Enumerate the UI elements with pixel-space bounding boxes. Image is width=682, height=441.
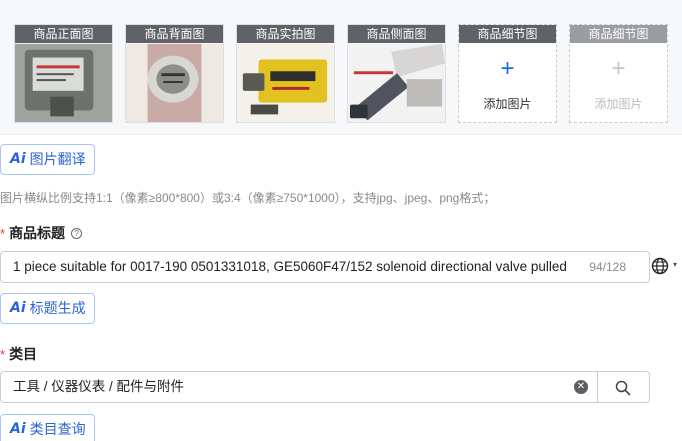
plus-icon: + [500, 55, 515, 82]
slot-caption: 商品细节图 [459, 25, 556, 43]
image-slot-add-disabled: 商品细节图 + 添加图片 [569, 24, 668, 123]
required-mark: * [0, 225, 6, 241]
product-photo-front [15, 43, 112, 122]
image-translate-button[interactable]: Ai 图片翻译 [0, 144, 95, 175]
title-generate-button[interactable]: Ai 标题生成 [0, 293, 95, 324]
image-slot-real[interactable]: 商品实拍图 [236, 24, 335, 123]
help-icon[interactable]: ? [71, 227, 83, 239]
slot-caption: 商品正面图 [15, 25, 112, 43]
image-slot-front[interactable]: 商品正面图 [14, 24, 113, 123]
ai-icon: Ai [10, 151, 26, 167]
search-icon [615, 380, 631, 396]
ai-icon: Ai [10, 300, 26, 316]
required-mark: * [0, 346, 6, 362]
category-query-label: 类目查询 [29, 421, 86, 437]
product-photo-side [348, 43, 445, 122]
product-photo-real [237, 43, 334, 122]
image-slot-side[interactable]: 商品侧面图 [347, 24, 446, 123]
category-input-value[interactable]: 工具 / 仪器仪表 / 配件与附件 [13, 372, 184, 402]
ai-icon: Ai [10, 421, 26, 437]
chevron-down-icon[interactable]: ▾ [673, 260, 677, 269]
title-generate-label: 标题生成 [29, 300, 86, 316]
category-search-button[interactable] [597, 371, 650, 403]
image-upload-panel: 商品正面图 商品背面图 商品实拍图 商品侧面图 商品细节图 + 添加图片 商品细… [0, 0, 682, 135]
category-field-label: * 类目 [0, 344, 37, 364]
slot-caption: 商品侧面图 [348, 25, 445, 43]
category-query-button[interactable]: Ai 类目查询 [0, 414, 95, 441]
image-slot-add[interactable]: 商品细节图 + 添加图片 [458, 24, 557, 123]
title-input[interactable]: 1 piece suitable for 0017-190 0501331018… [0, 251, 650, 283]
image-format-hint: 图片横纵比例支持1:1（像素≥800*800）或3:4（像素≥750*1000）… [0, 191, 496, 205]
slot-caption: 商品实拍图 [237, 25, 334, 43]
add-image-label: 添加图片 [483, 97, 532, 111]
title-label: 商品标题 [9, 225, 66, 241]
image-slot-back[interactable]: 商品背面图 [125, 24, 224, 123]
plus-icon: + [611, 55, 626, 82]
slot-caption: 商品背面图 [126, 25, 223, 43]
title-input-value[interactable]: 1 piece suitable for 0017-190 0501331018… [13, 252, 581, 282]
product-photo-back [126, 43, 223, 122]
category-input[interactable]: 工具 / 仪器仪表 / 配件与附件 ✕ [0, 371, 598, 403]
category-label: 类目 [9, 346, 38, 362]
title-char-counter: 94/128 [589, 260, 626, 274]
globe-icon[interactable] [651, 257, 669, 275]
clear-icon[interactable]: ✕ [574, 380, 588, 394]
slot-caption: 商品细节图 [570, 25, 667, 43]
title-field-label: * 商品标题 ? [0, 223, 83, 243]
add-image-label: 添加图片 [594, 97, 643, 111]
image-translate-label: 图片翻译 [29, 151, 86, 167]
